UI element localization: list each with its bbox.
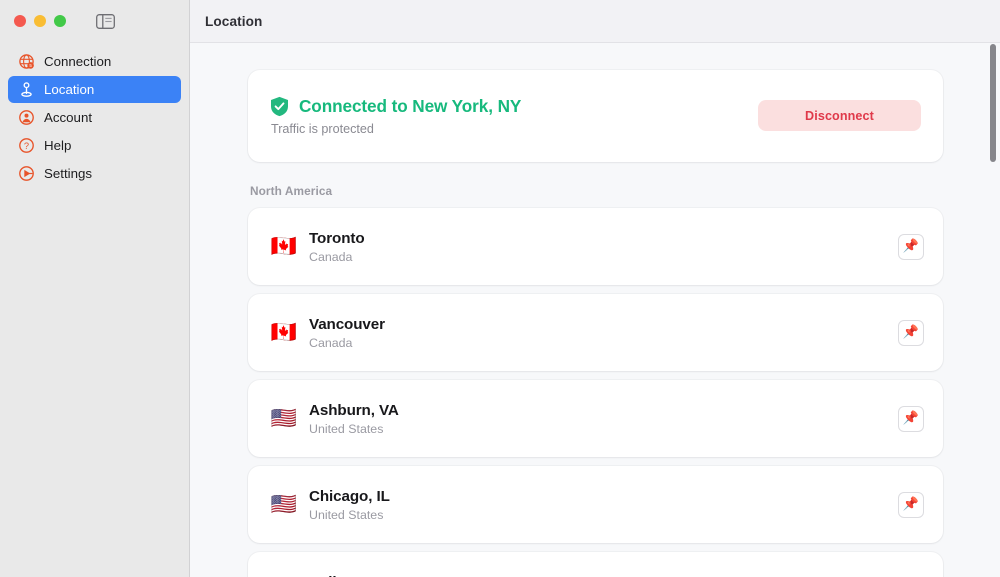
sidebar-item-location[interactable]: Location <box>8 76 181 103</box>
location-list-item[interactable]: 🇺🇸Dallas, TXUnited States📌 <box>248 552 943 577</box>
location-city: Chicago, IL <box>309 487 390 505</box>
sidebar: 5 Connection Location Account ? Help Set… <box>0 0 190 577</box>
pin-location-button[interactable]: 📌 <box>898 405 924 432</box>
flag-canada: 🇨🇦 <box>270 320 298 344</box>
flag-united-states: 🇺🇸 <box>270 406 298 430</box>
location-country: United States <box>309 421 384 436</box>
location-text-group: Ashburn, VA United States <box>309 402 898 436</box>
pin-location-button[interactable]: 📌 <box>898 233 924 260</box>
disconnect-button[interactable]: Disconnect <box>758 100 921 131</box>
sidebar-item-settings[interactable]: Settings <box>8 160 181 187</box>
location-text-group: Toronto Canada <box>309 230 898 264</box>
region-section-label: North America <box>250 184 333 198</box>
status-text-group: Connected to New York, NY Traffic is pro… <box>270 96 521 136</box>
sidebar-toggle-icon[interactable] <box>96 13 115 29</box>
location-scroll-area[interactable]: Connected to New York, NY Traffic is pro… <box>190 43 1000 577</box>
location-country: United States <box>309 507 384 522</box>
pin-icon: 📌 <box>902 411 920 426</box>
sidebar-item-label: Location <box>44 81 95 97</box>
status-heading-row: Connected to New York, NY <box>270 96 521 117</box>
location-icon <box>18 81 35 98</box>
status-subtitle: Traffic is protected <box>271 121 374 136</box>
app-window: 5 Connection Location Account ? Help Set… <box>0 0 1000 577</box>
status-title: Connected to New York, NY <box>299 95 522 116</box>
sidebar-item-help[interactable]: ? Help <box>8 132 181 159</box>
sidebar-item-label: Connection <box>44 53 112 69</box>
location-list-item[interactable]: 🇺🇸 Ashburn, VA United States 📌 <box>248 380 943 457</box>
pin-icon: 📌 <box>902 239 920 254</box>
page-title: Location <box>205 13 263 29</box>
flag-united-states: 🇺🇸 <box>270 492 298 516</box>
svg-text:?: ? <box>24 141 29 151</box>
close-button[interactable] <box>14 15 26 27</box>
sidebar-item-label: Account <box>44 109 93 125</box>
zoom-button[interactable] <box>54 15 66 27</box>
location-text-group: Chicago, IL United States <box>309 488 898 522</box>
minimize-button[interactable] <box>34 15 46 27</box>
sidebar-item-connection[interactable]: 5 Connection <box>8 48 181 75</box>
pin-icon: 📌 <box>902 325 920 340</box>
location-list-item[interactable]: 🇨🇦 Toronto Canada 📌 <box>248 208 943 285</box>
person-circle-icon <box>18 109 35 126</box>
sidebar-item-account[interactable]: Account <box>8 104 181 131</box>
connection-status-card: Connected to New York, NY Traffic is pro… <box>248 70 943 162</box>
location-list: 🇨🇦 Toronto Canada 📌 🇨🇦 Vancouver Canada 📌 🇺🇸 Ashb… <box>248 208 943 577</box>
location-text-group: Dallas, TXUnited States <box>309 574 898 577</box>
pin-location-button[interactable]: 📌 <box>898 491 924 518</box>
settings-circle-icon <box>18 165 35 182</box>
location-country: Canada <box>309 335 353 350</box>
location-country: Canada <box>309 249 353 264</box>
page-header: Location <box>190 0 1000 43</box>
question-circle-icon: ? <box>18 137 35 154</box>
sidebar-item-label: Settings <box>44 165 93 181</box>
location-city: Toronto <box>309 229 365 247</box>
sidebar-item-label: Help <box>44 137 72 153</box>
window-titlebar <box>0 0 189 42</box>
flag-canada: 🇨🇦 <box>270 234 298 258</box>
globe-icon: 5 <box>18 53 35 70</box>
location-text-group: Vancouver Canada <box>309 316 898 350</box>
location-city: Vancouver <box>309 315 385 333</box>
pin-location-button[interactable]: 📌 <box>898 319 924 346</box>
location-city: Ashburn, VA <box>309 401 399 419</box>
location-city: Dallas, TX <box>309 574 898 577</box>
main-panel: Location Connected to New York, NY Traff… <box>190 0 1000 577</box>
pin-icon: 📌 <box>902 497 920 512</box>
location-list-item[interactable]: 🇺🇸 Chicago, IL United States 📌 <box>248 466 943 543</box>
sidebar-nav: 5 Connection Location Account ? Help Set… <box>0 42 189 187</box>
shield-check-icon <box>270 96 289 117</box>
location-list-item[interactable]: 🇨🇦 Vancouver Canada 📌 <box>248 294 943 371</box>
